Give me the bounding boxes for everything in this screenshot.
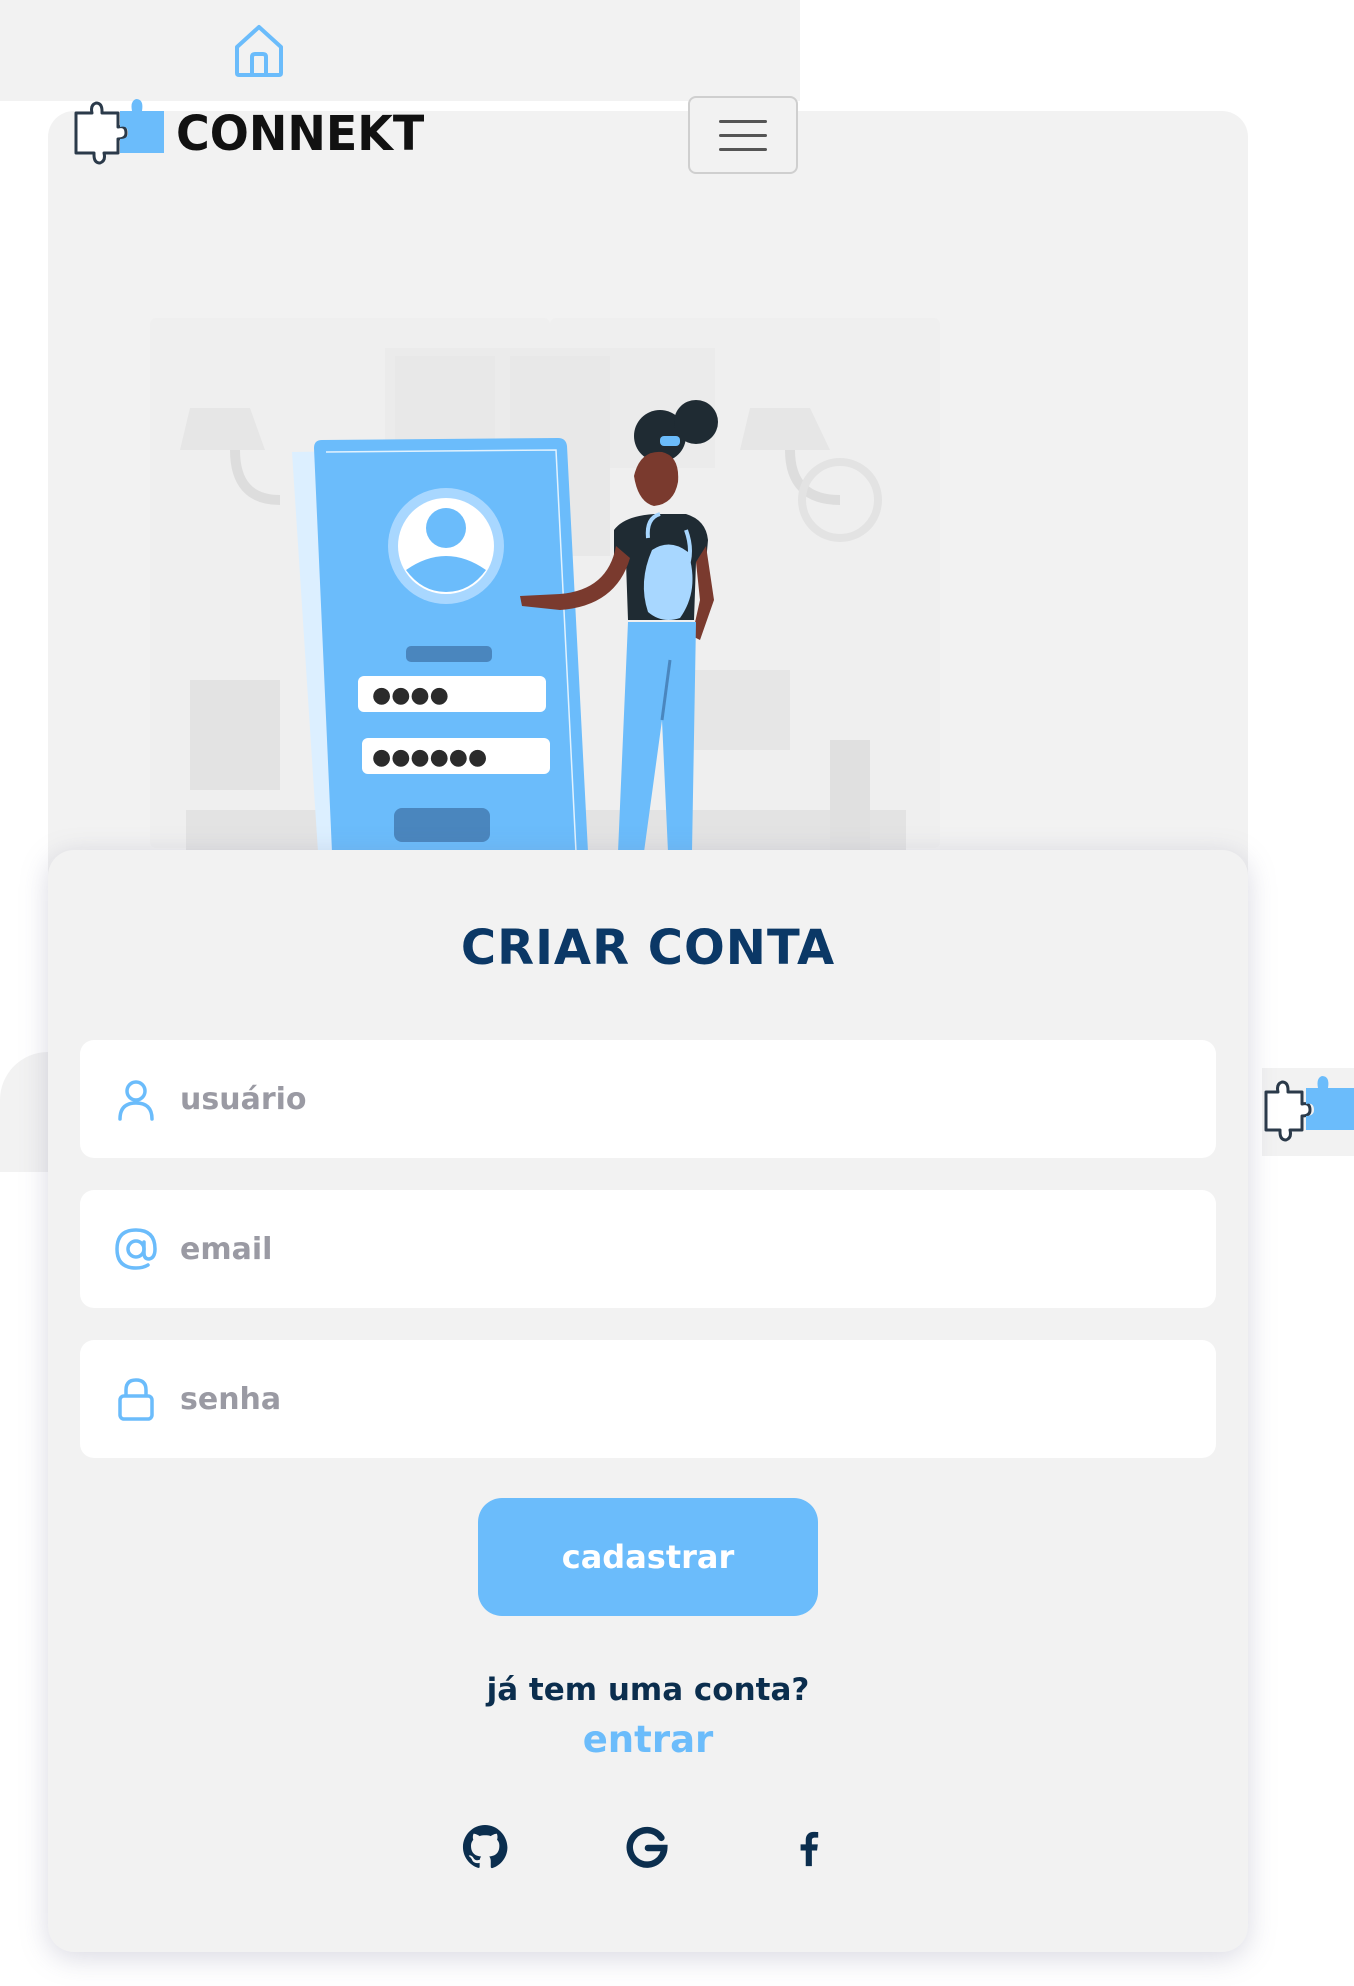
brand-logo[interactable]: CONNEKT bbox=[72, 96, 424, 170]
background-shape-left bbox=[0, 1052, 48, 1172]
home-icon[interactable] bbox=[229, 19, 289, 79]
puzzle-piece-icon bbox=[1264, 1076, 1354, 1142]
at-icon bbox=[114, 1227, 158, 1271]
github-icon[interactable] bbox=[460, 1822, 510, 1872]
svg-text:●●●●: ●●●● bbox=[372, 683, 449, 708]
brand-name: CONNEKT bbox=[176, 104, 425, 162]
login-link[interactable]: entrar bbox=[48, 1718, 1248, 1761]
facebook-icon[interactable] bbox=[784, 1822, 834, 1872]
puzzle-decoration bbox=[1262, 1068, 1354, 1156]
hamburger-icon bbox=[719, 119, 767, 123]
password-field-container bbox=[80, 1340, 1216, 1458]
svg-text:●●●●●●: ●●●●●● bbox=[372, 745, 487, 770]
have-account-text: já tem uma conta? bbox=[486, 1672, 810, 1708]
signup-form-card: CRIAR CONTA cadastrar já tem uma bbox=[48, 850, 1248, 1952]
register-button[interactable]: cadastrar bbox=[478, 1498, 818, 1616]
form-title: CRIAR CONTA bbox=[460, 920, 836, 976]
signup-illustration: ●●●● ●●●●●● bbox=[150, 318, 940, 852]
lock-icon bbox=[114, 1377, 158, 1421]
username-field-container bbox=[80, 1040, 1216, 1158]
user-icon bbox=[114, 1077, 158, 1121]
password-input[interactable] bbox=[180, 1369, 1080, 1429]
email-field-container bbox=[80, 1190, 1216, 1308]
username-input[interactable] bbox=[180, 1069, 1080, 1129]
menu-toggle-button[interactable] bbox=[688, 96, 798, 174]
top-bar bbox=[0, 0, 800, 101]
email-input[interactable] bbox=[180, 1219, 1080, 1279]
puzzle-logo-icon bbox=[74, 99, 164, 165]
google-icon[interactable] bbox=[622, 1822, 672, 1872]
